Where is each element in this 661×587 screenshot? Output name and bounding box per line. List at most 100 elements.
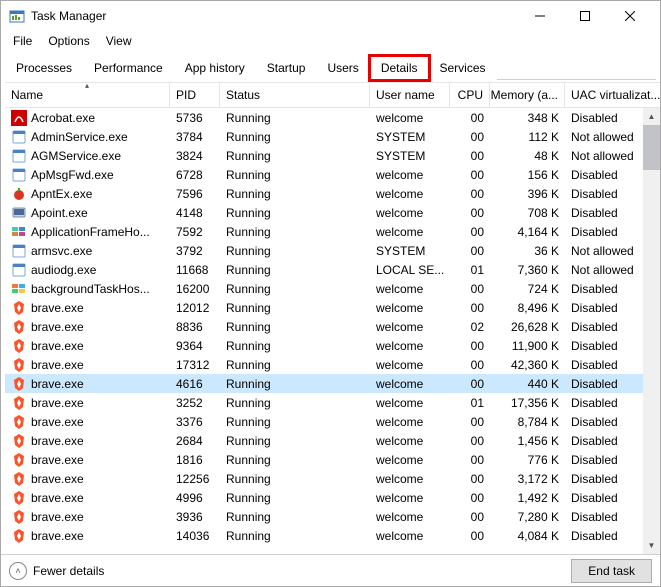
process-icon <box>11 452 27 468</box>
column-header-uac[interactable]: UAC virtualizat... <box>565 83 660 107</box>
cell-status: Running <box>220 165 370 184</box>
tab-performance[interactable]: Performance <box>83 56 174 80</box>
window-title: Task Manager <box>31 9 517 23</box>
cell-memory: 1,456 K <box>490 431 565 450</box>
scroll-up-button[interactable]: ▲ <box>643 108 660 125</box>
table-row[interactable]: brave.exe3252Runningwelcome0117,356 KDis… <box>5 393 643 412</box>
process-icon <box>11 471 27 487</box>
process-name-label: brave.exe <box>31 377 84 391</box>
table-row[interactable]: brave.exe12012Runningwelcome008,496 KDis… <box>5 298 643 317</box>
cell-cpu: 00 <box>450 279 490 298</box>
cell-uac: Disabled <box>565 184 643 203</box>
tab-app-history[interactable]: App history <box>174 56 256 80</box>
table-row[interactable]: brave.exe12256Runningwelcome003,172 KDis… <box>5 469 643 488</box>
column-header-cpu[interactable]: CPU <box>450 83 490 107</box>
table-row[interactable]: brave.exe14036Runningwelcome004,084 KDis… <box>5 526 643 545</box>
cell-uac: Disabled <box>565 165 643 184</box>
table-row[interactable]: brave.exe4996Runningwelcome001,492 KDisa… <box>5 488 643 507</box>
tab-processes[interactable]: Processes <box>5 56 83 80</box>
process-name-label: Acrobat.exe <box>31 111 95 125</box>
titlebar: Task Manager <box>1 1 660 31</box>
cell-user: welcome <box>370 279 450 298</box>
column-header-pid[interactable]: PID <box>170 83 220 107</box>
table-row[interactable]: brave.exe9364Runningwelcome0011,900 KDis… <box>5 336 643 355</box>
process-name-label: brave.exe <box>31 491 84 505</box>
table-row[interactable]: brave.exe2684Runningwelcome001,456 KDisa… <box>5 431 643 450</box>
cell-cpu: 00 <box>450 165 490 184</box>
cell-memory: 708 K <box>490 203 565 222</box>
cell-status: Running <box>220 241 370 260</box>
table-row[interactable]: brave.exe17312Runningwelcome0042,360 KDi… <box>5 355 643 374</box>
sort-ascending-icon: ▴ <box>85 83 89 90</box>
table-row[interactable]: ApntEx.exe7596Runningwelcome00396 KDisab… <box>5 184 643 203</box>
table-row[interactable]: AdminService.exe3784RunningSYSTEM00112 K… <box>5 127 643 146</box>
table-row[interactable]: backgroundTaskHos...16200Runningwelcome0… <box>5 279 643 298</box>
process-name-label: brave.exe <box>31 320 84 334</box>
cell-user: welcome <box>370 108 450 127</box>
column-header-name[interactable]: ▴ Name <box>5 83 170 107</box>
cell-pid: 3376 <box>170 412 220 431</box>
tab-users[interactable]: Users <box>316 56 369 80</box>
cell-name: brave.exe <box>5 450 170 469</box>
table-row[interactable]: audiodg.exe11668RunningLOCAL SE...017,36… <box>5 260 643 279</box>
tab-services[interactable]: Services <box>429 56 497 80</box>
cell-user: welcome <box>370 526 450 545</box>
tab-startup[interactable]: Startup <box>256 56 317 80</box>
menubar: File Options View <box>1 31 660 51</box>
fewer-details-button[interactable]: ˄ Fewer details <box>9 562 104 580</box>
cell-status: Running <box>220 260 370 279</box>
scroll-track[interactable] <box>643 125 660 537</box>
process-icon <box>11 243 27 259</box>
cell-status: Running <box>220 203 370 222</box>
menu-file[interactable]: File <box>5 32 40 50</box>
cell-status: Running <box>220 488 370 507</box>
scroll-thumb[interactable] <box>643 125 660 170</box>
column-header-memory[interactable]: Memory (a... <box>490 83 565 107</box>
cell-pid: 16200 <box>170 279 220 298</box>
cell-pid: 9364 <box>170 336 220 355</box>
column-header-status[interactable]: Status <box>220 83 370 107</box>
process-icon <box>11 433 27 449</box>
maximize-button[interactable] <box>562 2 607 30</box>
cell-name: brave.exe <box>5 393 170 412</box>
process-name-label: ApntEx.exe <box>31 187 92 201</box>
table-row[interactable]: brave.exe3936Runningwelcome007,280 KDisa… <box>5 507 643 526</box>
cell-memory: 48 K <box>490 146 565 165</box>
process-name-label: brave.exe <box>31 434 84 448</box>
table-row[interactable]: Apoint.exe4148Runningwelcome00708 KDisab… <box>5 203 643 222</box>
vertical-scrollbar[interactable]: ▲ ▼ <box>643 108 660 554</box>
cell-uac: Disabled <box>565 526 643 545</box>
cell-status: Running <box>220 317 370 336</box>
menu-view[interactable]: View <box>98 32 140 50</box>
table-row[interactable]: Acrobat.exe5736Runningwelcome00348 KDisa… <box>5 108 643 127</box>
cell-user: welcome <box>370 355 450 374</box>
column-header-user[interactable]: User name <box>370 83 450 107</box>
cell-user: welcome <box>370 222 450 241</box>
minimize-button[interactable] <box>517 2 562 30</box>
cell-cpu: 00 <box>450 526 490 545</box>
table-row[interactable]: ApMsgFwd.exe6728Runningwelcome00156 KDis… <box>5 165 643 184</box>
cell-pid: 1816 <box>170 450 220 469</box>
table-row[interactable]: brave.exe3376Runningwelcome008,784 KDisa… <box>5 412 643 431</box>
cell-uac: Disabled <box>565 374 643 393</box>
table-row[interactable]: AGMService.exe3824RunningSYSTEM0048 KNot… <box>5 146 643 165</box>
cell-uac: Disabled <box>565 336 643 355</box>
menu-options[interactable]: Options <box>40 32 97 50</box>
process-name-label: AdminService.exe <box>31 130 128 144</box>
table-row[interactable]: brave.exe4616Runningwelcome00440 KDisabl… <box>5 374 643 393</box>
table-row[interactable]: brave.exe8836Runningwelcome0226,628 KDis… <box>5 317 643 336</box>
cell-uac: Not allowed <box>565 260 643 279</box>
table-row[interactable]: armsvc.exe3792RunningSYSTEM0036 KNot all… <box>5 241 643 260</box>
cell-status: Running <box>220 184 370 203</box>
table-row[interactable]: ApplicationFrameHo...7592Runningwelcome0… <box>5 222 643 241</box>
close-button[interactable] <box>607 2 652 30</box>
cell-uac: Not allowed <box>565 127 643 146</box>
tab-details[interactable]: Details <box>370 56 429 80</box>
end-task-button[interactable]: End task <box>571 559 652 583</box>
cell-user: welcome <box>370 412 450 431</box>
process-icon <box>11 224 27 240</box>
cell-status: Running <box>220 222 370 241</box>
table-row[interactable]: brave.exe1816Runningwelcome00776 KDisabl… <box>5 450 643 469</box>
scroll-down-button[interactable]: ▼ <box>643 537 660 554</box>
cell-user: welcome <box>370 488 450 507</box>
